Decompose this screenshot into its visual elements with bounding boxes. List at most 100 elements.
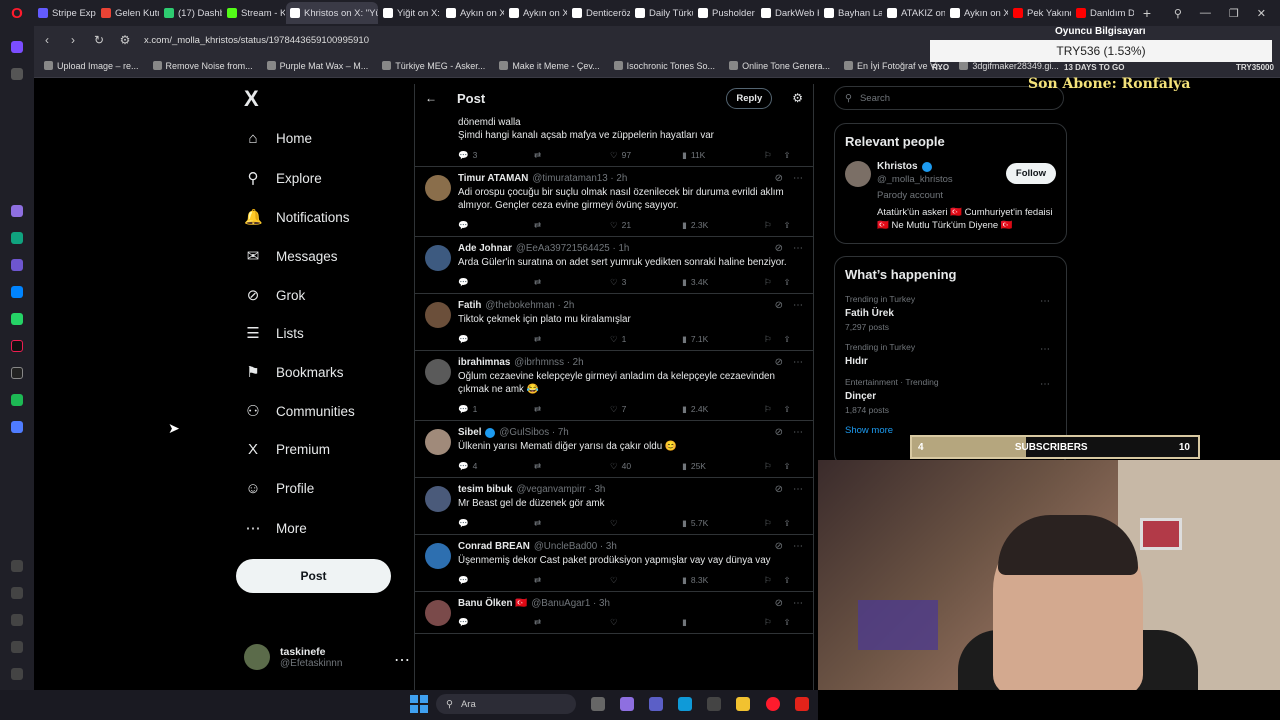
retweet-action[interactable]: ⇄ xyxy=(534,518,610,529)
grok-icon[interactable]: ⊘ xyxy=(775,598,783,609)
browser-tab[interactable]: Yiğit on X: xyxy=(379,2,441,24)
browser-tab[interactable]: Aykın on X xyxy=(946,2,1008,24)
bookmark-item[interactable]: Remove Noise from... xyxy=(152,61,253,71)
aria-icon[interactable] xyxy=(11,205,23,217)
views-action[interactable]: ▮ 5.7K xyxy=(682,518,764,529)
edge-icon[interactable] xyxy=(678,697,692,711)
more-options-icon[interactable]: ⋯ xyxy=(793,541,803,552)
views-action[interactable]: ▮ xyxy=(682,617,764,628)
messenger-icon[interactable] xyxy=(11,286,23,298)
settings-icon[interactable] xyxy=(11,614,23,626)
avatar[interactable] xyxy=(425,429,451,455)
trend-item[interactable]: Entertainment · Trending Dinçer 1,874 post… xyxy=(845,377,1056,415)
reply-action[interactable]: 💬 xyxy=(458,575,534,586)
post-button[interactable]: Post xyxy=(236,559,391,593)
share-icon[interactable]: ⇪ xyxy=(784,461,803,472)
grok-icon[interactable]: ⊘ xyxy=(775,173,783,184)
bookmark-item[interactable]: Make it Meme - Çev... xyxy=(499,61,600,71)
like-action[interactable]: ♡ 21 xyxy=(610,220,682,231)
file-explorer-icon[interactable] xyxy=(736,697,750,711)
retweet-action[interactable]: ⇄ xyxy=(534,334,610,345)
follow-button[interactable]: Follow xyxy=(1005,163,1056,184)
tweet-handle[interactable]: @EeAa39721564425 · 1h xyxy=(516,243,629,254)
trend-item[interactable]: Trending in Turkey Fatih Ürek 7,297 posts ⋯ xyxy=(845,294,1056,332)
avatar[interactable] xyxy=(425,543,451,569)
more-options-icon[interactable]: ⋯ xyxy=(793,484,803,495)
nav-item-communities[interactable]: ⚇ Communities xyxy=(244,402,355,420)
bookmark-icon[interactable]: ⚐ xyxy=(764,220,783,231)
browser-tab[interactable]: DarkWeb H xyxy=(757,2,819,24)
reply-action[interactable]: 💬 xyxy=(458,220,534,231)
more-options-icon[interactable]: ⋯ xyxy=(793,243,803,254)
browser-tab[interactable]: Stripe Expre xyxy=(34,2,96,24)
reply-action[interactable]: 💬 3 xyxy=(458,150,534,161)
bookmark-item[interactable]: Online Tone Genera... xyxy=(729,61,830,71)
tweet-author[interactable]: Timur ATAMAN xyxy=(458,173,528,184)
like-action[interactable]: ♡ 1 xyxy=(610,334,682,345)
bookmark-item[interactable]: Upload Image – re... xyxy=(44,61,139,71)
share-icon[interactable]: ⇪ xyxy=(784,150,803,161)
browser-tab[interactable]: Gelen Kutu xyxy=(97,2,159,24)
tweet[interactable]: Conrad BREAN @UncleBad00 · 3h ⊘ ⋯ Üşenmemiş … xyxy=(415,535,813,592)
tweet-partial[interactable]: dönemdi walla Şimdi hangi kanalı açsab m… xyxy=(415,112,813,167)
browser-tab[interactable]: Aykın on X xyxy=(442,2,504,24)
nav-item-more[interactable]: ⋯ More xyxy=(244,519,307,537)
reply-action[interactable]: 💬 4 xyxy=(458,461,534,472)
nav-item-premium[interactable]: X Premium xyxy=(244,441,330,458)
more-options-icon[interactable]: ⋯ xyxy=(793,173,803,184)
avatar[interactable] xyxy=(425,600,451,626)
tweet-author[interactable]: Sibel xyxy=(458,427,481,438)
share-icon[interactable]: ⇪ xyxy=(784,518,803,529)
more-options-icon[interactable]: ⋯ xyxy=(1040,296,1050,307)
nav-item-notifications[interactable]: 🔔 Notifications xyxy=(244,208,350,226)
retweet-action[interactable]: ⇄ xyxy=(534,575,610,586)
more-options-icon[interactable]: ⋯ xyxy=(793,598,803,609)
more-options-icon[interactable]: ⋯ xyxy=(793,300,803,311)
tweet[interactable]: tesim bibuk @veganvampirr · 3h ⊘ ⋯ Mr Beast … xyxy=(415,478,813,535)
home-icon[interactable] xyxy=(11,41,23,53)
tweet-author[interactable]: Ade Johnar xyxy=(458,243,512,254)
windows-start-icon[interactable] xyxy=(410,695,428,713)
browser-tab[interactable]: Danldım Da xyxy=(1072,2,1134,24)
grok-icon[interactable]: ⊘ xyxy=(775,357,783,368)
reply-action[interactable]: 💬 xyxy=(458,518,534,529)
bookmark-icon[interactable]: ⚐ xyxy=(764,461,783,472)
x-icon[interactable] xyxy=(11,367,23,379)
account-switcher[interactable]: taskinefe @Efetaskinnn ⋯ xyxy=(244,644,410,670)
retweet-action[interactable]: ⇄ xyxy=(534,404,610,415)
more-icon[interactable] xyxy=(11,668,23,680)
browser-tab[interactable]: Bayhan Lak xyxy=(820,2,882,24)
browser-tab[interactable]: Stream - Ki xyxy=(223,2,285,24)
grok-icon[interactable]: ⊘ xyxy=(775,541,783,552)
store-icon[interactable] xyxy=(707,697,721,711)
avatar[interactable] xyxy=(425,302,451,328)
restore-icon[interactable]: ❐ xyxy=(1229,7,1239,20)
tweet-handle[interactable]: @veganvampirr · 3h xyxy=(516,484,605,495)
retweet-action[interactable]: ⇄ xyxy=(534,617,610,628)
app-taskbar-icon[interactable] xyxy=(795,697,809,711)
browser-tab[interactable]: ATAKIZ on xyxy=(883,2,945,24)
retweet-action[interactable]: ⇄ xyxy=(534,150,610,161)
nav-item-grok[interactable]: ⊘ Grok xyxy=(244,286,306,304)
like-action[interactable]: ♡ 40 xyxy=(610,461,682,472)
tweet[interactable]: Fatih @thebokehman · 2h ⊘ ⋯ Tiktok çekmek iç… xyxy=(415,294,813,351)
star-icon[interactable] xyxy=(11,68,23,80)
relevant-person[interactable]: Khristos @_molla_khristos Parody account… xyxy=(845,161,1056,232)
tweet[interactable]: ibrahimnas @ibrhmnss · 2h ⊘ ⋯ Oğlum cezaevin… xyxy=(415,351,813,421)
nav-item-bookmarks[interactable]: ⚑ Bookmarks xyxy=(244,363,343,381)
tweet-handle[interactable]: @ibrhmnss · 2h xyxy=(514,357,583,368)
browser-tab[interactable]: Aykın on X xyxy=(505,2,567,24)
player-icon[interactable] xyxy=(11,421,23,433)
tweet-author[interactable]: Fatih xyxy=(458,300,481,311)
reload-icon[interactable]: ↻ xyxy=(92,33,106,47)
browser-tab[interactable]: Daily Türkü xyxy=(631,2,693,24)
views-action[interactable]: ▮ 25K xyxy=(682,461,764,472)
copilot-icon[interactable] xyxy=(620,697,634,711)
bookmark-item[interactable]: Türkiye MEG - Asker... xyxy=(382,61,485,71)
browser-tab[interactable]: Pek Yakında xyxy=(1009,2,1071,24)
avatar[interactable] xyxy=(425,359,451,385)
tweet-author[interactable]: ibrahimnas xyxy=(458,357,510,368)
grok-icon[interactable]: ⊘ xyxy=(775,427,783,438)
reply-action[interactable]: 💬 xyxy=(458,617,534,628)
grok-icon[interactable]: ⊘ xyxy=(775,484,783,495)
